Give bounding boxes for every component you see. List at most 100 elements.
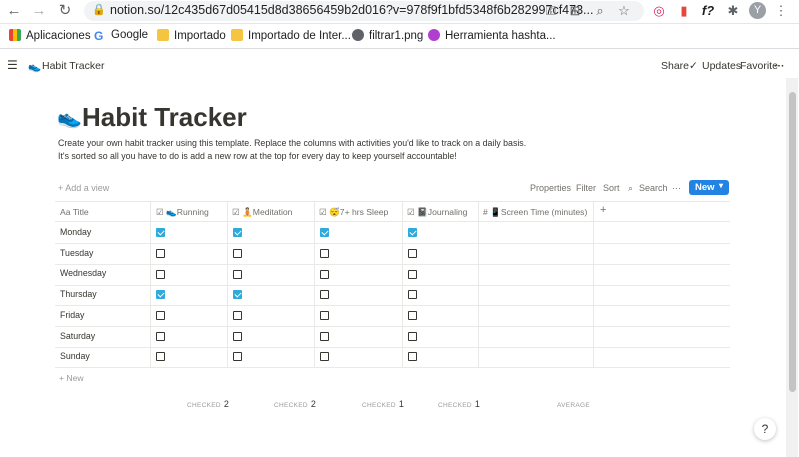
- star-icon[interactable]: ☆: [616, 3, 632, 19]
- checkbox-running[interactable]: [156, 311, 165, 320]
- add-view-button[interactable]: + Add a view: [58, 183, 109, 193]
- calc-journaling[interactable]: CHECKED 1: [438, 394, 480, 412]
- row-divider: [55, 305, 730, 306]
- checkbox-sleep[interactable]: [320, 270, 329, 279]
- calc-screen-time[interactable]: AVERAGE: [557, 394, 593, 412]
- back-icon[interactable]: ←: [5, 2, 23, 20]
- checkbox-meditation[interactable]: [233, 249, 242, 258]
- lock-icon[interactable]: 🔒: [92, 3, 106, 16]
- column-divider: [402, 201, 403, 368]
- new-button[interactable]: New ▾: [689, 180, 729, 195]
- sidebar-menu-icon[interactable]: ☰: [7, 58, 18, 72]
- column-header-journaling[interactable]: ☑ 📓Journaling: [407, 207, 467, 218]
- column-header-screen-time[interactable]: # 📱Screen Time (minutes): [483, 207, 587, 218]
- bookmark-filtrar[interactable]: filtrar1.png: [352, 29, 423, 42]
- reload-icon[interactable]: ↻: [56, 2, 74, 20]
- bookmark-herramienta[interactable]: Herramienta hashta...: [428, 29, 556, 42]
- url-text[interactable]: notion.so/12c435d67d05415d8d38656459b2d0…: [110, 3, 593, 17]
- checkbox-meditation[interactable]: [233, 290, 242, 299]
- globe-icon: [352, 29, 364, 41]
- bookmark-apps[interactable]: Aplicaciones: [9, 29, 91, 42]
- search-icon[interactable]: ⌕: [628, 183, 633, 194]
- notion-topbar: ☰ 👟 Habit Tracker Share ✓ Updates Favori…: [0, 55, 799, 79]
- checkbox-journaling[interactable]: [408, 290, 417, 299]
- checkbox-sleep[interactable]: [320, 290, 329, 299]
- flower-icon: [428, 29, 440, 41]
- extension-bottle-icon[interactable]: ▮: [676, 3, 692, 19]
- add-row-button[interactable]: + New: [59, 373, 84, 383]
- table-row-title[interactable]: Wednesday: [60, 268, 106, 278]
- translate-icon[interactable]: ⊞: [567, 3, 583, 19]
- calc-meditation[interactable]: CHECKED 2: [274, 394, 316, 412]
- add-column-button[interactable]: +: [600, 204, 606, 216]
- table-row-title[interactable]: Tuesday: [60, 248, 93, 258]
- column-header-sleep[interactable]: ☑ 😴7+ hrs Sleep: [319, 207, 388, 218]
- calc-sleep[interactable]: CHECKED 1: [362, 394, 404, 412]
- table-row-title[interactable]: Sunday: [60, 351, 90, 361]
- checkbox-sleep[interactable]: [320, 249, 329, 258]
- extension-red-icon[interactable]: ◎: [651, 3, 667, 19]
- search-button[interactable]: Search: [639, 183, 668, 193]
- checkbox-running[interactable]: [156, 249, 165, 258]
- checkbox-running[interactable]: [156, 352, 165, 361]
- more-dots-icon[interactable]: ···: [774, 60, 785, 72]
- checkbox-meditation[interactable]: [233, 332, 242, 341]
- page-description[interactable]: Create your own habit tracker using this…: [58, 137, 528, 163]
- column-header-title[interactable]: Aa Title: [60, 207, 89, 217]
- formula-extension-icon[interactable]: f?: [700, 3, 716, 19]
- checkbox-running[interactable]: [156, 332, 165, 341]
- avatar[interactable]: Y: [749, 2, 766, 19]
- check-icon: ✓: [689, 60, 698, 72]
- menu-dots-icon[interactable]: ⋮: [773, 3, 789, 19]
- table-row-title[interactable]: Friday: [60, 310, 84, 320]
- breadcrumb[interactable]: Habit Tracker: [42, 60, 104, 72]
- calc-running[interactable]: CHECKED 2: [187, 394, 229, 412]
- puzzle-icon[interactable]: ✱: [725, 3, 741, 19]
- more-options-icon[interactable]: ···: [672, 183, 681, 193]
- checkbox-journaling[interactable]: [408, 228, 417, 237]
- folder-icon: [231, 29, 243, 41]
- page-title[interactable]: Habit Tracker: [82, 102, 247, 133]
- forward-icon[interactable]: →: [30, 2, 48, 20]
- bookmark-importado[interactable]: Importado: [157, 29, 226, 42]
- checkbox-journaling[interactable]: [408, 332, 417, 341]
- checkbox-meditation[interactable]: [233, 228, 242, 237]
- checkbox-sleep[interactable]: [320, 311, 329, 320]
- checkbox-journaling[interactable]: [408, 249, 417, 258]
- column-divider: [314, 201, 315, 368]
- checkbox-meditation[interactable]: [233, 311, 242, 320]
- chevron-down-icon[interactable]: ▾: [719, 181, 723, 190]
- key-icon[interactable]: ⚿: [543, 3, 559, 19]
- table-row-title[interactable]: Saturday: [60, 331, 95, 341]
- filter-button[interactable]: Filter: [576, 183, 596, 193]
- checkbox-meditation[interactable]: [233, 270, 242, 279]
- checkbox-sleep[interactable]: [320, 228, 329, 237]
- checkbox-running[interactable]: [156, 290, 165, 299]
- checkbox-journaling[interactable]: [408, 311, 417, 320]
- shoe-icon[interactable]: 👟: [57, 105, 82, 130]
- checkbox-running[interactable]: [156, 228, 165, 237]
- checkbox-journaling[interactable]: [408, 270, 417, 279]
- checkbox-journaling[interactable]: [408, 352, 417, 361]
- row-divider: [55, 326, 730, 327]
- row-divider: [55, 264, 730, 265]
- bookmark-importado-inter[interactable]: Importado de Inter...: [231, 29, 351, 42]
- zoom-icon[interactable]: ⌕: [592, 3, 608, 19]
- column-header-meditation[interactable]: ☑ 🧘Meditation: [232, 207, 292, 218]
- favorite-button[interactable]: Favorite: [740, 60, 778, 72]
- bookmark-google[interactable]: G Google: [94, 29, 148, 42]
- scrollbar-thumb[interactable]: [789, 92, 796, 392]
- checkbox-sleep[interactable]: [320, 332, 329, 341]
- new-button-label: New: [695, 182, 715, 193]
- table-row-title[interactable]: Thursday: [60, 289, 97, 299]
- checkbox-meditation[interactable]: [233, 352, 242, 361]
- updates-button[interactable]: Updates: [702, 60, 741, 72]
- help-button[interactable]: ?: [754, 418, 776, 440]
- properties-button[interactable]: Properties: [530, 183, 571, 193]
- checkbox-running[interactable]: [156, 270, 165, 279]
- sort-button[interactable]: Sort: [603, 183, 620, 193]
- table-row-title[interactable]: Monday: [60, 227, 91, 237]
- share-button[interactable]: Share: [661, 60, 689, 72]
- column-header-running[interactable]: ☑ 👟Running: [156, 207, 209, 218]
- checkbox-sleep[interactable]: [320, 352, 329, 361]
